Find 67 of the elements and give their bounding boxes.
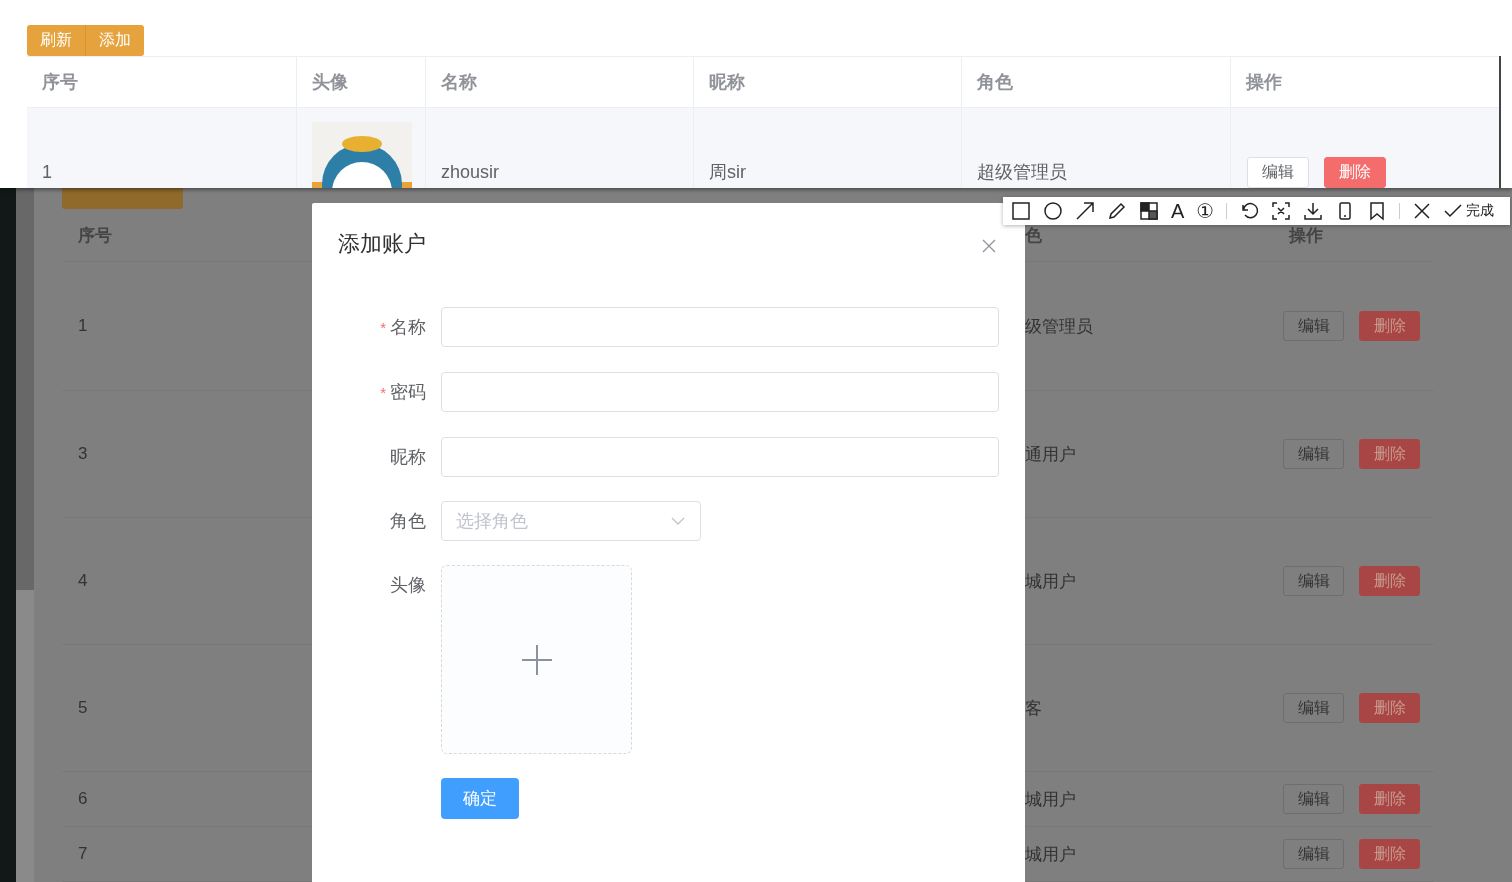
square-icon[interactable] <box>1011 201 1031 221</box>
number-tool[interactable]: ① <box>1196 201 1215 221</box>
fit-screen-icon[interactable] <box>1271 201 1292 221</box>
column-header: 操作 <box>1287 224 1323 247</box>
check-icon <box>1444 204 1463 218</box>
delete-button[interactable]: 删除 <box>1324 156 1386 188</box>
delete-button[interactable]: 删除 <box>1359 693 1420 723</box>
required-mark: * <box>380 319 386 336</box>
field-label: 昵称 <box>390 447 426 467</box>
table-cell-text: 5 <box>77 698 89 718</box>
edit-button[interactable]: 编辑 <box>1283 693 1344 723</box>
field-label: 角色 <box>390 511 426 531</box>
mosaic-icon[interactable] <box>1139 201 1159 221</box>
arrow-icon[interactable] <box>1075 201 1095 221</box>
dialog-title: 添加账户 <box>338 230 426 258</box>
table-cell-text: 级管理员 <box>1025 315 1094 338</box>
field-label: 密码 <box>390 382 426 402</box>
role-select[interactable]: 选择角色 <box>441 501 701 541</box>
field-label: 头像 <box>390 575 426 595</box>
table-cell-text: 通用户 <box>1025 443 1077 466</box>
column-header: 色 <box>1025 224 1043 247</box>
undo-icon[interactable] <box>1239 201 1260 221</box>
field-label: 名称 <box>390 317 426 337</box>
table-cell-text: 7 <box>77 844 89 864</box>
required-mark: * <box>380 384 386 401</box>
table-cell-text: 4 <box>77 571 89 591</box>
column-header: 名称 <box>425 57 693 107</box>
table-cell-text: 城用户 <box>1025 788 1077 811</box>
delete-button[interactable]: 删除 <box>1359 839 1420 869</box>
edit-button[interactable]: 编辑 <box>1283 839 1344 869</box>
column-header: 序号 <box>77 224 113 247</box>
input-field[interactable] <box>441 437 999 477</box>
table-cell-text: 客 <box>1025 697 1043 720</box>
delete-button[interactable]: 删除 <box>1359 784 1420 814</box>
delete-button[interactable]: 删除 <box>1359 439 1420 469</box>
table-cell-text: 1 <box>41 160 53 184</box>
column-header: 头像 <box>296 57 425 107</box>
done-button[interactable]: 完成 <box>1444 202 1495 220</box>
input-field[interactable] <box>441 307 999 347</box>
refresh-button[interactable]: 刷新 <box>27 25 86 56</box>
edit-button[interactable]: 编辑 <box>1283 784 1344 814</box>
edit-button[interactable]: 编辑 <box>1283 439 1344 469</box>
table-cell-text: 城用户 <box>1025 843 1077 866</box>
column-header: 昵称 <box>693 57 961 107</box>
pencil-icon[interactable] <box>1107 201 1127 221</box>
text-tool[interactable]: A <box>1171 201 1185 221</box>
edit-button[interactable]: 编辑 <box>1247 156 1309 188</box>
scrollbar-thumb[interactable] <box>16 188 34 590</box>
edit-button[interactable]: 编辑 <box>1283 311 1344 341</box>
chevron-down-icon <box>671 517 685 525</box>
column-header: 序号 <box>41 71 79 94</box>
close-icon[interactable] <box>1412 201 1433 221</box>
plus-icon <box>521 644 552 675</box>
input-field[interactable] <box>441 372 999 412</box>
table-cell-text: 3 <box>77 444 89 464</box>
table-cell-text: 6 <box>77 789 89 809</box>
add-button[interactable]: 添加 <box>86 25 144 56</box>
column-header: 操作 <box>1230 57 1499 107</box>
delete-button[interactable]: 删除 <box>1359 311 1420 341</box>
download-icon[interactable] <box>1303 201 1324 221</box>
column-header: 角色 <box>961 57 1230 107</box>
table-cell-text: 1 <box>77 316 89 336</box>
edit-button[interactable]: 编辑 <box>1283 566 1344 596</box>
delete-button[interactable]: 删除 <box>1359 566 1420 596</box>
table-cell-text: 城用户 <box>1025 570 1077 593</box>
circle-icon[interactable] <box>1043 201 1063 221</box>
confirm-button[interactable]: 确定 <box>441 778 519 819</box>
